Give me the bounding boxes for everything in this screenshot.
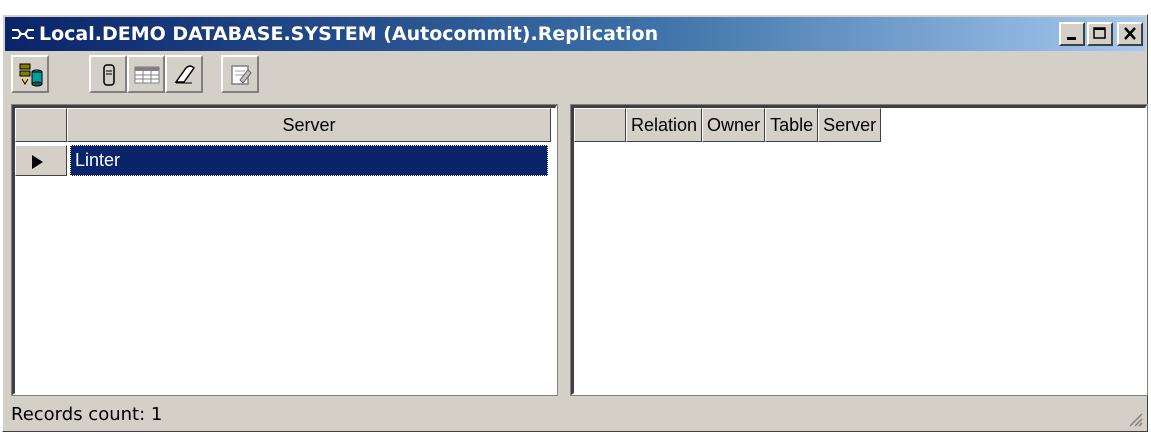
database-icon — [103, 64, 115, 86]
close-button[interactable] — [1117, 22, 1143, 46]
add-server-icon — [19, 63, 43, 87]
maximize-icon — [1093, 27, 1106, 39]
eraser-button[interactable] — [165, 55, 203, 93]
column-header-relation[interactable]: Relation — [626, 108, 703, 142]
table-button[interactable] — [127, 55, 165, 93]
minimize-button[interactable] — [1059, 22, 1085, 46]
window-title: Local.DEMO DATABASE.SYSTEM (Autocommit).… — [39, 23, 659, 45]
eraser-icon — [174, 65, 195, 84]
title-bar[interactable]: Local.DEMO DATABASE.SYSTEM (Autocommit).… — [5, 17, 1145, 51]
row-indicator-header — [15, 108, 67, 142]
replication-window: Local.DEMO DATABASE.SYSTEM (Autocommit).… — [2, 14, 1148, 432]
minimize-icon — [1067, 37, 1076, 40]
column-header-server[interactable]: Server — [818, 108, 882, 142]
table-row[interactable]: Linter — [15, 145, 548, 176]
row-indicator-header — [574, 108, 626, 142]
replication-link-icon — [11, 26, 35, 42]
servers-grid[interactable]: Server Linter — [11, 104, 558, 396]
database-button[interactable] — [89, 55, 127, 93]
maximize-button[interactable] — [1087, 22, 1113, 46]
servers-grid-header: Server — [15, 108, 551, 142]
column-header-owner[interactable]: Owner — [702, 108, 766, 142]
server-cell[interactable]: Linter — [70, 145, 548, 176]
add-server-button[interactable] — [11, 55, 49, 93]
status-bar: Records count: 1 — [3, 399, 1147, 431]
current-row-indicator — [15, 145, 67, 176]
resize-grip-icon[interactable] — [1127, 411, 1143, 427]
close-icon — [1124, 27, 1136, 40]
relations-grid-header: Relation Owner Table Server — [574, 108, 882, 142]
column-header-server[interactable]: Server — [67, 108, 551, 142]
table-icon — [134, 66, 160, 84]
properties-icon — [231, 65, 252, 85]
column-header-table[interactable]: Table — [765, 108, 819, 142]
relations-grid[interactable]: Relation Owner Table Server — [570, 104, 1148, 396]
row-pointer-icon — [32, 155, 43, 169]
properties-button[interactable] — [221, 55, 259, 93]
records-count: Records count: 1 — [11, 404, 163, 425]
